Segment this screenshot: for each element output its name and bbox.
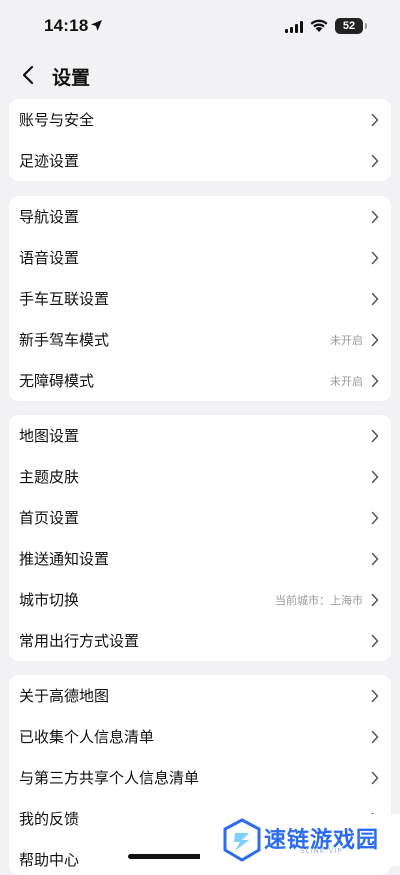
row-label: 常用出行方式设置: [19, 632, 140, 650]
row-status: 未开启: [330, 374, 363, 388]
row-city-switch[interactable]: 城市切换 当前城市：上海市: [9, 579, 391, 620]
row-label: 主题皮肤: [19, 468, 80, 486]
row-label: 首页设置: [19, 509, 80, 527]
chevron-right-icon: [371, 593, 379, 606]
chevron-right-icon: [371, 374, 379, 387]
back-arrow-icon[interactable]: [18, 64, 40, 86]
row-label: 导航设置: [19, 208, 80, 226]
row-label: 新手驾车模式: [19, 331, 110, 349]
chevron-right-icon: [371, 470, 379, 483]
chevron-right-icon: [371, 292, 379, 305]
chevron-right-icon: [371, 771, 379, 784]
row-footprint-settings[interactable]: 足迹设置: [9, 140, 391, 181]
status-bar: 14:18 52: [0, 0, 400, 56]
row-about-amap[interactable]: 关于高德地图: [9, 675, 391, 716]
settings-group-account: 账号与安全 足迹设置: [9, 99, 391, 181]
watermark-subtext: SLINK.VIP: [300, 847, 343, 855]
settings-group-navigation: 导航设置 语音设置 手车互联设置 新手驾车模式 未开启 无障碍模式 未开启: [9, 196, 391, 401]
row-status: 未开启: [330, 333, 363, 347]
row-common-travel-mode[interactable]: 常用出行方式设置: [9, 620, 391, 661]
location-arrow-icon: [91, 20, 102, 31]
row-third-party-sharing[interactable]: 与第三方共享个人信息清单: [9, 757, 391, 798]
row-voice-settings[interactable]: 语音设置: [9, 237, 391, 278]
settings-group-map: 地图设置 主题皮肤 首页设置 推送通知设置 城市切换 当前城市：上海市 常用出行…: [9, 415, 391, 661]
row-account-security[interactable]: 账号与安全: [9, 99, 391, 140]
chevron-right-icon: [371, 251, 379, 264]
row-label: 地图设置: [19, 427, 80, 445]
status-time: 14:18: [44, 16, 89, 35]
row-label: 城市切换: [19, 591, 80, 609]
row-label: 语音设置: [19, 249, 80, 267]
chevron-right-icon: [371, 154, 379, 167]
chevron-right-icon: [371, 113, 379, 126]
row-novice-driving-mode[interactable]: 新手驾车模式 未开启: [9, 319, 391, 360]
wifi-icon: [310, 19, 328, 32]
chevron-right-icon: [371, 429, 379, 442]
row-label: 足迹设置: [19, 152, 80, 170]
row-label: 关于高德地图: [19, 687, 110, 705]
cellular-signal-icon: [285, 21, 303, 33]
chevron-right-icon: [371, 689, 379, 702]
battery-indicator: 52: [335, 18, 367, 34]
row-phone-car-link[interactable]: 手车互联设置: [9, 278, 391, 319]
page-title: 设置: [52, 67, 91, 89]
row-theme-skin[interactable]: 主题皮肤: [9, 456, 391, 497]
chevron-right-icon: [371, 511, 379, 524]
current-city: 当前城市：上海市: [275, 593, 363, 607]
row-label: 手车互联设置: [19, 290, 110, 308]
row-label: 与第三方共享个人信息清单: [19, 769, 200, 787]
chevron-right-icon: [371, 333, 379, 346]
row-label: 推送通知设置: [19, 550, 110, 568]
row-label: 账号与安全: [19, 111, 95, 129]
row-map-settings[interactable]: 地图设置: [9, 415, 391, 456]
chevron-right-icon: [371, 730, 379, 743]
row-accessibility-mode[interactable]: 无障碍模式 未开启: [9, 360, 391, 401]
chevron-right-icon: [371, 634, 379, 647]
chevron-right-icon: [371, 210, 379, 223]
watermark-logo-icon: [223, 818, 261, 862]
row-home-settings[interactable]: 首页设置: [9, 497, 391, 538]
row-navigation-settings[interactable]: 导航设置: [9, 196, 391, 237]
nav-bar: 设置: [0, 56, 400, 96]
row-push-notification-settings[interactable]: 推送通知设置: [9, 538, 391, 579]
row-collected-personal-info[interactable]: 已收集个人信息清单: [9, 716, 391, 757]
row-label: 已收集个人信息清单: [19, 728, 155, 746]
row-label: 无障碍模式: [19, 372, 95, 390]
chevron-right-icon: [371, 552, 379, 565]
